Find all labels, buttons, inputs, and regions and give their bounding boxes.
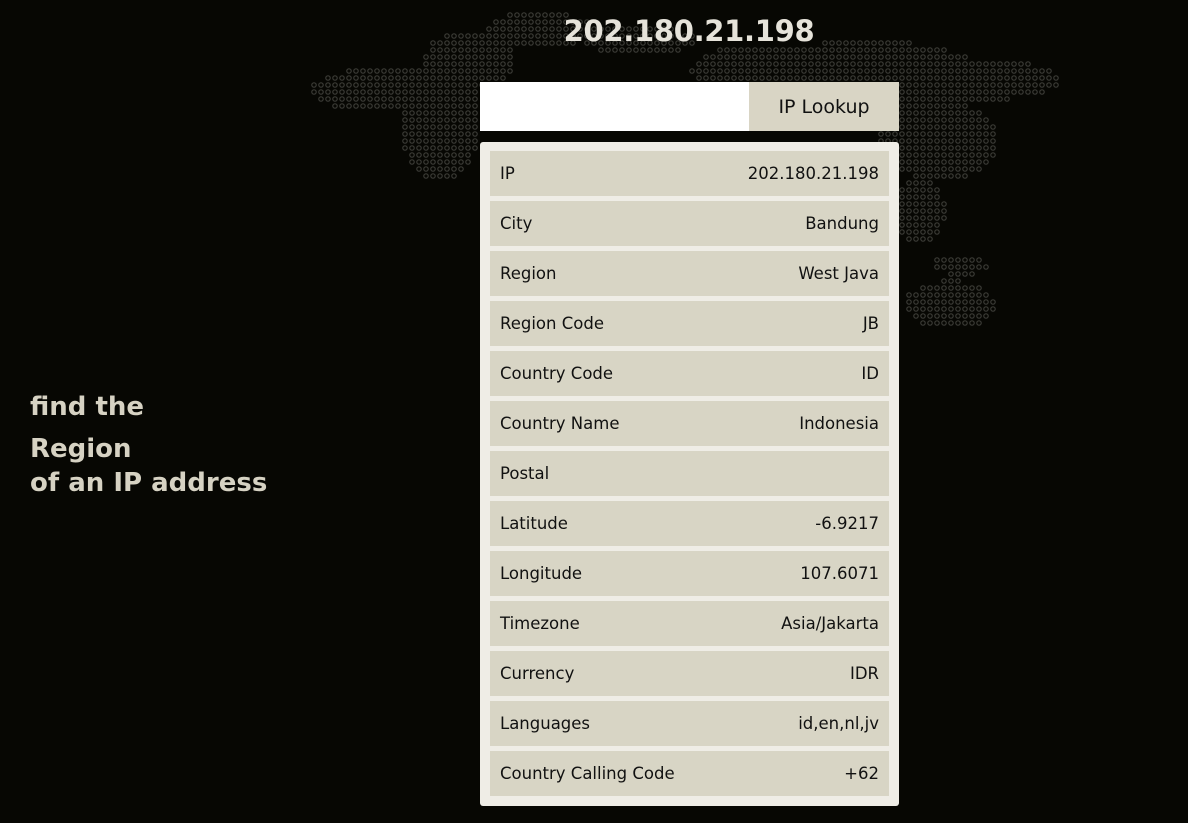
result-row-calling-code: Country Calling Code +62	[490, 751, 889, 796]
result-label: Longitude	[500, 564, 583, 583]
tagline: find the Region of an IP address	[30, 388, 267, 502]
result-row-postal: Postal	[490, 451, 889, 496]
result-value: 107.6071	[800, 564, 879, 583]
result-row-country-code: Country Code ID	[490, 351, 889, 396]
result-label: Timezone	[500, 614, 580, 633]
result-value: Indonesia	[799, 414, 879, 433]
result-value: West Java	[798, 264, 879, 283]
results-panel: IP 202.180.21.198 City Bandung Region We…	[480, 142, 899, 806]
result-row-longitude: Longitude 107.6071	[490, 551, 889, 596]
tagline-line-1: find the	[30, 392, 145, 422]
result-label: Country Name	[500, 414, 620, 433]
result-label: Postal	[500, 464, 550, 483]
result-row-region: Region West Java	[490, 251, 889, 296]
ip-lookup-button[interactable]: IP Lookup	[749, 82, 899, 131]
result-value: IDR	[849, 664, 879, 683]
page-title: 202.180.21.198	[563, 14, 815, 48]
result-row-ip: IP 202.180.21.198	[490, 151, 889, 196]
result-value: id,en,nl,jv	[798, 714, 879, 733]
result-value: 202.180.21.198	[747, 164, 879, 183]
result-row-region-code: Region Code JB	[490, 301, 889, 346]
search-bar: IP Lookup	[480, 82, 899, 131]
result-row-country-name: Country Name Indonesia	[490, 401, 889, 446]
result-row-latitude: Latitude -6.9217	[490, 501, 889, 546]
result-row-city: City Bandung	[490, 201, 889, 246]
result-label: Country Code	[500, 364, 614, 383]
result-label: Region Code	[500, 314, 604, 333]
result-value: ID	[861, 364, 879, 383]
result-row-languages: Languages id,en,nl,jv	[490, 701, 889, 746]
result-row-timezone: Timezone Asia/Jakarta	[490, 601, 889, 646]
result-label: Languages	[500, 714, 591, 733]
result-label: City	[500, 214, 533, 233]
ip-search-input[interactable]	[480, 82, 749, 131]
tagline-line-3: of an IP address	[30, 468, 268, 498]
page: 202.180.21.198 IP Lookup IP 202.180.21.1…	[0, 0, 1188, 823]
result-value: Bandung	[805, 214, 879, 233]
tagline-line-2: Region	[30, 434, 132, 464]
result-label: IP	[500, 164, 515, 183]
result-value: JB	[862, 314, 879, 333]
result-value: -6.9217	[815, 514, 879, 533]
result-row-currency: Currency IDR	[490, 651, 889, 696]
result-value: +62	[844, 764, 879, 783]
result-label: Currency	[500, 664, 575, 683]
result-value: Asia/Jakarta	[781, 614, 879, 633]
result-label: Region	[500, 264, 557, 283]
result-label: Country Calling Code	[500, 764, 675, 783]
result-label: Latitude	[500, 514, 568, 533]
